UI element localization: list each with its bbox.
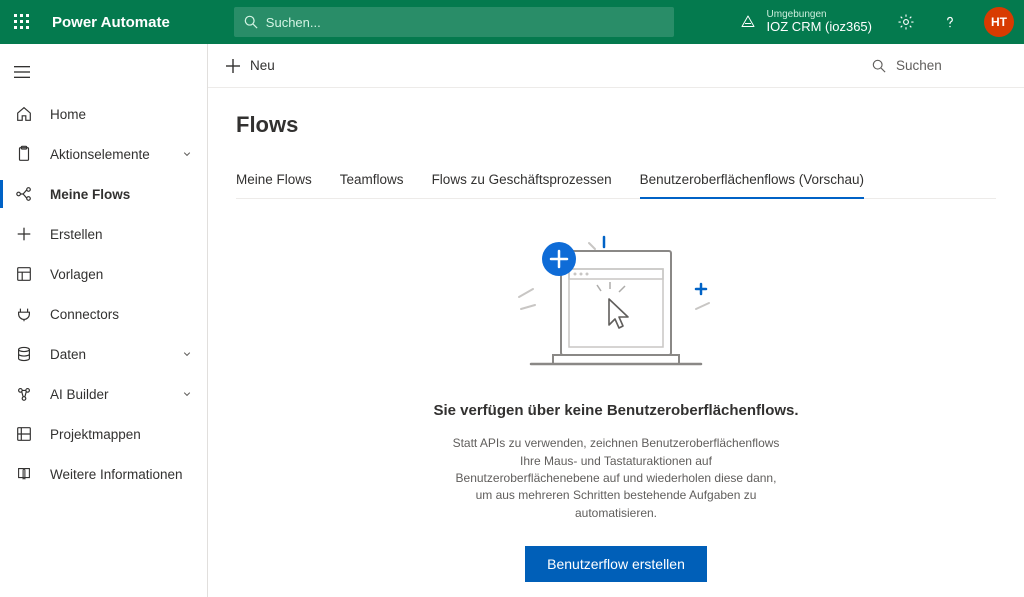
- sidebar-item-label: Meine Flows: [50, 187, 195, 202]
- new-button[interactable]: Neu: [226, 58, 275, 73]
- sidebar-item-connectors[interactable]: Connectors: [0, 294, 207, 334]
- tab-row: Meine Flows Teamflows Flows zu Geschäftspr…: [236, 172, 996, 199]
- home-icon: [14, 105, 34, 123]
- sidebar-item-meine-flows[interactable]: Meine Flows: [0, 174, 207, 214]
- sidebar-item-projektmappen[interactable]: Projektmappen: [0, 414, 207, 454]
- collapse-nav-button[interactable]: [0, 50, 207, 94]
- help-icon: [941, 13, 959, 31]
- sidebar-item-label: Vorlagen: [50, 267, 195, 282]
- sidebar-item-erstellen[interactable]: Erstellen: [0, 214, 207, 254]
- plus-icon: [226, 59, 240, 73]
- sidebar-item-label: Daten: [50, 347, 163, 362]
- environment-picker[interactable]: Umgebungen IOZ CRM (ioz365): [739, 9, 872, 34]
- page-search-input[interactable]: [896, 58, 1006, 73]
- main-region: Neu Flows Meine Flows Teamflows Flows zu G…: [208, 44, 1024, 597]
- env-name: IOZ CRM (ioz365): [767, 20, 872, 34]
- sidebar-item-ai-builder[interactable]: AI Builder: [0, 374, 207, 414]
- flow-icon: [14, 185, 34, 203]
- sidebar-item-label: Projektmappen: [50, 427, 195, 442]
- brand-title[interactable]: Power Automate: [52, 14, 170, 31]
- solutions-icon: [14, 425, 34, 443]
- command-bar: Neu: [208, 44, 1024, 88]
- chevron-down-icon: [179, 387, 195, 401]
- clipboard-icon: [14, 145, 34, 163]
- sidebar-item-aktionselemente[interactable]: Aktionselemente: [0, 134, 207, 174]
- tab-teamflows[interactable]: Teamflows: [340, 172, 404, 198]
- sidebar-item-label: Aktionselemente: [50, 147, 163, 162]
- top-header: Power Automate Umgebungen IOZ CRM (ioz36…: [0, 0, 1024, 44]
- data-icon: [14, 345, 34, 363]
- left-nav: Home Aktionselemente Meine Flows Erstell…: [0, 44, 208, 597]
- user-avatar[interactable]: HT: [984, 7, 1014, 37]
- new-button-label: Neu: [250, 58, 275, 73]
- hamburger-icon: [14, 65, 30, 79]
- empty-illustration: [501, 229, 731, 379]
- waffle-icon: [14, 14, 30, 30]
- empty-title: Sie verfügen über keine Benutzeroberfläc…: [433, 401, 798, 421]
- page-title: Flows: [236, 112, 996, 138]
- sidebar-item-weitere-informationen[interactable]: Weitere Informationen: [0, 454, 207, 494]
- templates-icon: [14, 265, 34, 283]
- tab-meine-flows[interactable]: Meine Flows: [236, 172, 312, 198]
- tab-benutzeroberfl-chenflows-vorschau-[interactable]: Benutzeroberflächenflows (Vorschau): [640, 172, 864, 199]
- sidebar-item-label: Weitere Informationen: [50, 467, 195, 482]
- sidebar-item-home[interactable]: Home: [0, 94, 207, 134]
- app-launcher-button[interactable]: [0, 0, 44, 44]
- book-icon: [14, 465, 34, 483]
- page-search-box[interactable]: [872, 58, 1006, 73]
- gear-icon: [897, 13, 915, 31]
- tab-flows-zu-gesch-ftsprozessen[interactable]: Flows zu Geschäftsprozessen: [432, 172, 612, 198]
- search-icon: [872, 59, 886, 73]
- sidebar-item-label: Home: [50, 107, 195, 122]
- environment-icon: [739, 13, 757, 31]
- connector-icon: [14, 305, 34, 323]
- chevron-down-icon: [179, 147, 195, 161]
- sidebar-item-daten[interactable]: Daten: [0, 334, 207, 374]
- sidebar-item-vorlagen[interactable]: Vorlagen: [0, 254, 207, 294]
- global-search-box[interactable]: [234, 7, 674, 37]
- sidebar-item-label: AI Builder: [50, 387, 163, 402]
- settings-button[interactable]: [886, 0, 926, 44]
- empty-state: Sie verfügen über keine Benutzeroberfläc…: [236, 219, 996, 582]
- sidebar-item-label: Connectors: [50, 307, 195, 322]
- plus-icon: [14, 225, 34, 243]
- create-ui-flow-button[interactable]: Benutzerflow erstellen: [525, 546, 707, 582]
- sidebar-item-label: Erstellen: [50, 227, 195, 242]
- search-icon: [244, 15, 258, 29]
- empty-body: Statt APIs zu verwenden, zeichnen Benutz…: [451, 435, 781, 522]
- global-search-input[interactable]: [266, 15, 664, 30]
- chevron-down-icon: [179, 347, 195, 361]
- help-button[interactable]: [930, 0, 970, 44]
- ai-icon: [14, 385, 34, 403]
